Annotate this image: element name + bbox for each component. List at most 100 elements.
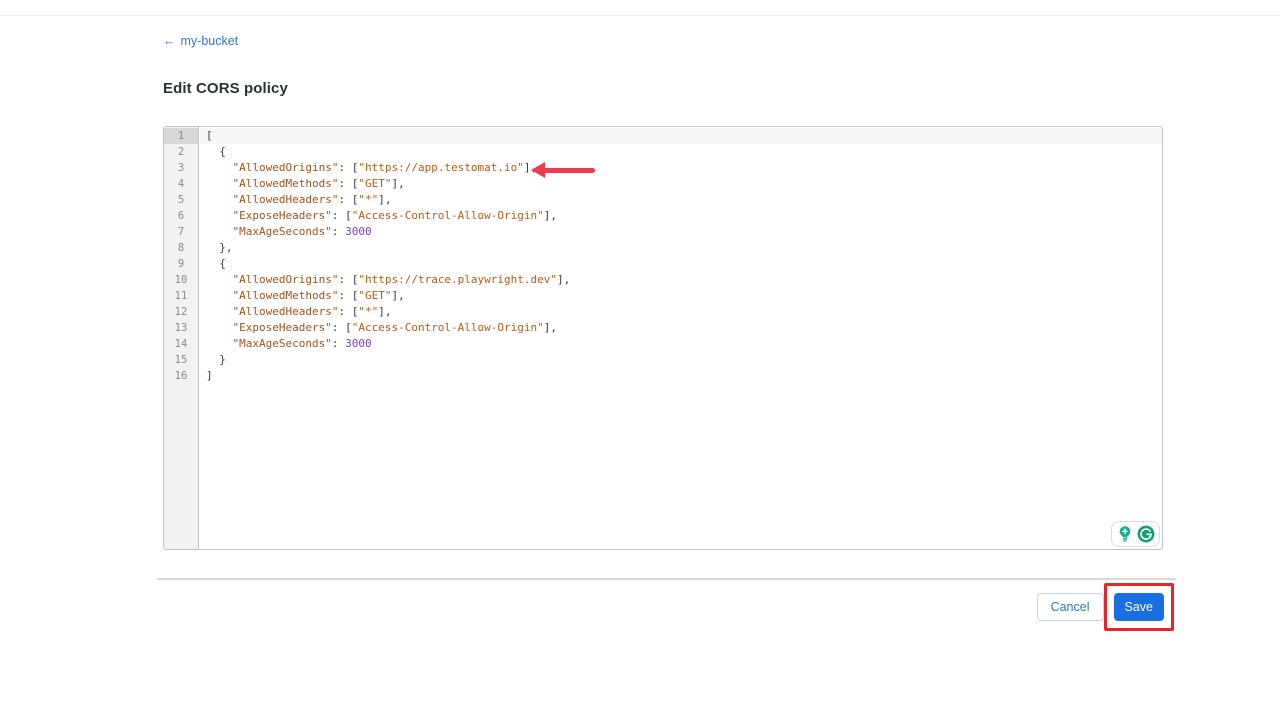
- code-token: ],: [378, 193, 391, 206]
- code-token: [206, 193, 233, 206]
- line-number: 13: [164, 320, 198, 336]
- code-token: "AllowedMethods": [233, 289, 339, 302]
- cancel-button[interactable]: Cancel: [1037, 593, 1104, 621]
- line-number: 8: [164, 240, 198, 256]
- code-token: [206, 305, 233, 318]
- code-token: [206, 337, 233, 350]
- line-number: 11: [164, 288, 198, 304]
- suggestion-lightbulb-icon[interactable]: [1116, 525, 1134, 543]
- line-number: 15: [164, 352, 198, 368]
- code-token: "ExposeHeaders": [233, 209, 332, 222]
- code-token: "ExposeHeaders": [233, 321, 332, 334]
- code-line: "MaxAgeSeconds": 3000: [200, 224, 1162, 240]
- code-line: "AllowedOrigins": ["https://trace.playwr…: [200, 272, 1162, 288]
- back-arrow-icon: ←: [163, 34, 176, 48]
- code-token: ],: [378, 305, 391, 318]
- back-link-label: my-bucket: [181, 34, 239, 48]
- back-link[interactable]: ← my-bucket: [163, 34, 238, 48]
- code-line: {: [200, 144, 1162, 160]
- page-title: Edit CORS policy: [163, 80, 288, 97]
- line-number: 7: [164, 224, 198, 240]
- code-line: "AllowedOrigins": ["https://app.testomat…: [200, 160, 1162, 176]
- save-button-highlight-box: Save: [1104, 583, 1175, 631]
- code-line: "AllowedMethods": ["GET"],: [200, 176, 1162, 192]
- code-token: "https://app.testomat.io": [358, 161, 524, 174]
- code-token: [206, 273, 233, 286]
- code-token: [: [206, 129, 213, 142]
- line-number: 16: [164, 368, 198, 384]
- code-token: 3000: [345, 225, 372, 238]
- code-line: "ExposeHeaders": ["Access-Control-Allow-…: [200, 208, 1162, 224]
- code-token: "Access-Control-Allow-Origin": [352, 209, 544, 222]
- line-number: 14: [164, 336, 198, 352]
- code-token: : [: [338, 177, 358, 190]
- code-token: : [: [338, 273, 358, 286]
- code-token: "MaxAgeSeconds": [233, 225, 332, 238]
- cors-policy-editor[interactable]: 12345678910111213141516 [ { "AllowedOrig…: [163, 126, 1163, 550]
- line-number: 3: [164, 160, 198, 176]
- code-token: "AllowedHeaders": [233, 305, 339, 318]
- line-number: 4: [164, 176, 198, 192]
- code-token: 3000: [345, 337, 372, 350]
- code-line: [: [200, 128, 1162, 144]
- code-token: "AllowedMethods": [233, 177, 339, 190]
- line-number: 6: [164, 208, 198, 224]
- code-token: "*": [358, 193, 378, 206]
- code-line: "MaxAgeSeconds": 3000: [200, 336, 1162, 352]
- code-token: [206, 209, 233, 222]
- grammarly-icon[interactable]: [1137, 525, 1155, 543]
- code-line: },: [200, 240, 1162, 256]
- top-bar: [0, 0, 1280, 16]
- code-token: : [: [332, 209, 352, 222]
- code-token: "Access-Control-Allow-Origin": [352, 321, 544, 334]
- editor-line-number-gutter: 12345678910111213141516: [164, 127, 199, 549]
- code-token: {: [206, 257, 226, 270]
- editor-code-area[interactable]: [ { "AllowedOrigins": ["https://app.test…: [200, 127, 1162, 549]
- code-token: [206, 177, 233, 190]
- code-token: ]: [206, 369, 213, 382]
- code-token: :: [332, 225, 345, 238]
- code-token: ],: [391, 289, 404, 302]
- code-line: "AllowedHeaders": ["*"],: [200, 304, 1162, 320]
- code-line: }: [200, 352, 1162, 368]
- code-token: [206, 321, 233, 334]
- code-token: },: [206, 241, 233, 254]
- footer-divider: [157, 578, 1176, 580]
- code-token: ],: [391, 177, 404, 190]
- code-token: }: [206, 353, 226, 366]
- code-token: : [: [338, 289, 358, 302]
- code-line: "ExposeHeaders": ["Access-Control-Allow-…: [200, 320, 1162, 336]
- code-token: "https://trace.playwright.dev": [358, 273, 557, 286]
- line-number: 10: [164, 272, 198, 288]
- code-token: "AllowedHeaders": [233, 193, 339, 206]
- code-token: ],: [524, 161, 537, 174]
- code-token: "GET": [358, 289, 391, 302]
- code-token: [206, 289, 233, 302]
- code-token: :: [332, 337, 345, 350]
- save-button[interactable]: Save: [1114, 593, 1165, 621]
- footer-actions: Cancel Save: [163, 583, 1174, 631]
- code-token: "MaxAgeSeconds": [233, 337, 332, 350]
- code-token: ],: [544, 321, 557, 334]
- code-token: "AllowedOrigins": [233, 161, 339, 174]
- code-token: : [: [332, 321, 352, 334]
- code-token: [206, 161, 233, 174]
- code-token: ],: [557, 273, 570, 286]
- code-line: "AllowedMethods": ["GET"],: [200, 288, 1162, 304]
- code-token: : [: [338, 193, 358, 206]
- line-number: 2: [164, 144, 198, 160]
- code-token: : [: [338, 161, 358, 174]
- code-line: "AllowedHeaders": ["*"],: [200, 192, 1162, 208]
- grammarly-assistant-widget[interactable]: [1111, 521, 1160, 547]
- code-token: "*": [358, 305, 378, 318]
- line-number: 12: [164, 304, 198, 320]
- code-token: "GET": [358, 177, 391, 190]
- code-line: {: [200, 256, 1162, 272]
- line-number: 5: [164, 192, 198, 208]
- line-number: 9: [164, 256, 198, 272]
- code-line: ]: [200, 368, 1162, 384]
- code-token: : [: [338, 305, 358, 318]
- code-token: "AllowedOrigins": [233, 273, 339, 286]
- line-number: 1: [164, 128, 198, 144]
- code-token: ],: [544, 209, 557, 222]
